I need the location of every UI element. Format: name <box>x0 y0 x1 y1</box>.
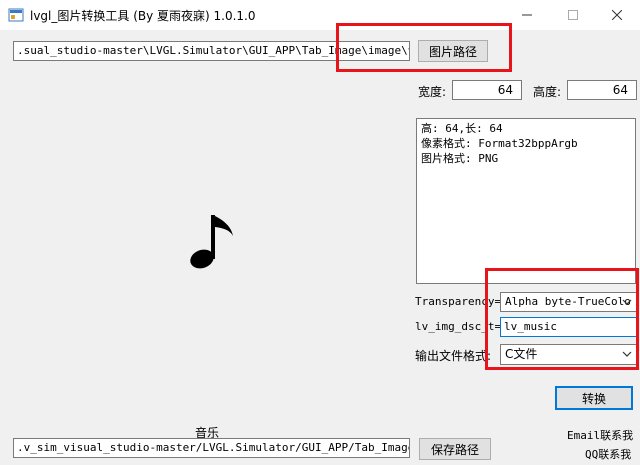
close-icon <box>612 10 622 20</box>
highlight-box-options <box>485 268 639 370</box>
width-field[interactable]: 64 <box>452 80 522 100</box>
width-label: 宽度: <box>418 85 447 99</box>
minimize-icon <box>522 14 532 16</box>
music-note-icon <box>190 215 233 269</box>
window-title: lvgl_图片转换工具 (By 夏雨夜寐) 1.0.1.0 <box>30 9 256 23</box>
app-icon <box>8 8 24 22</box>
info-line: 高: 64,长: 64 <box>421 122 503 135</box>
highlight-box-path <box>336 23 512 72</box>
maximize-button[interactable] <box>550 0 596 30</box>
email-contact-link[interactable]: Email联系我 <box>567 427 633 443</box>
info-line: 像素格式: Format32bppArgb <box>421 137 578 150</box>
image-info-box[interactable]: 高: 64,长: 64 像素格式: Format32bppArgb 图片格式: … <box>416 118 636 284</box>
save-path-button[interactable]: 保存路径 <box>419 438 491 460</box>
convert-button[interactable]: 转换 <box>555 386 633 410</box>
info-line: 图片格式: PNG <box>421 152 499 165</box>
save-path-input[interactable]: .v_sim_visual_studio-master/LVGL.Simulat… <box>13 438 410 458</box>
close-button[interactable] <box>594 0 640 30</box>
height-field[interactable]: 64 <box>567 80 637 100</box>
height-label: 高度: <box>533 85 562 99</box>
qq-contact-link[interactable]: QQ联系我 <box>585 446 631 462</box>
title-bar[interactable]: lvgl_图片转换工具 (By 夏雨夜寐) 1.0.1.0 <box>0 0 640 30</box>
format-label: 输出文件格式: <box>415 349 492 363</box>
maximize-icon <box>568 10 578 20</box>
